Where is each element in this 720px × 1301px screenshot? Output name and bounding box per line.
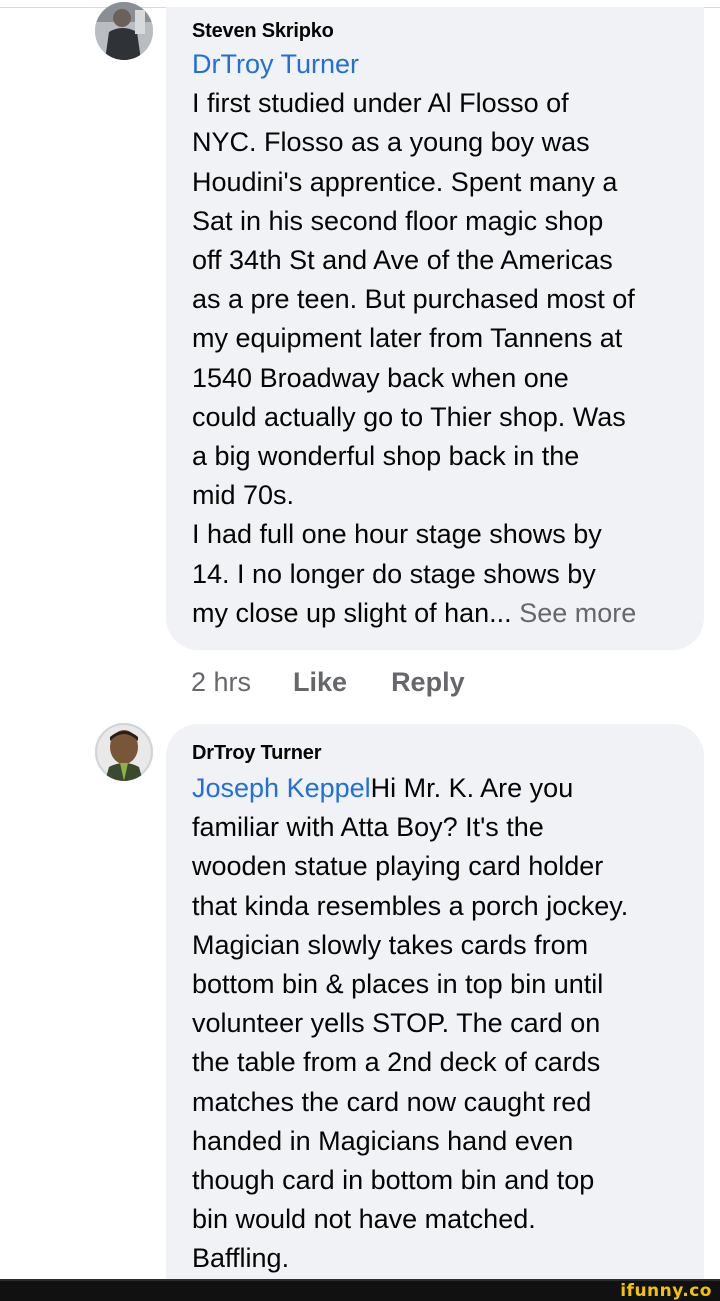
comment-line: off 34th St and Ave of the Americas xyxy=(192,245,613,276)
comment-line: could actually go to Thier shop. Was xyxy=(192,401,626,432)
comment-line: I first studied under Al Flosso of xyxy=(192,88,569,119)
watermark-bar: ifunny.co xyxy=(0,1279,720,1301)
comment-line: I had full one hour stage shows by xyxy=(192,519,602,550)
truncated-text: my close up slight of han... xyxy=(192,597,512,628)
comment-line: wooden statue playing card holder xyxy=(192,851,604,882)
comment-line: a big wonderful shop back in the xyxy=(192,441,580,472)
comment-bubble: Steven Skripko DrTroy Turner I first stu… xyxy=(166,7,704,650)
comment-line: my equipment later from Tannens at xyxy=(192,323,623,354)
reply-button[interactable]: Reply xyxy=(391,667,465,698)
avatar-photo xyxy=(95,723,153,781)
comment-body: DrTroy Turner I first studied under Al F… xyxy=(192,45,636,633)
comment-thread: Steven Skripko DrTroy Turner I first stu… xyxy=(0,0,720,1301)
comment-line: though card in bottom bin and top xyxy=(192,1165,595,1196)
comment-line: that kinda resembles a porch jockey. xyxy=(192,890,629,921)
comment-line: Magician slowly takes cards from xyxy=(192,929,589,960)
comment-line: 14. I no longer do stage shows by xyxy=(192,558,596,589)
comment-line: Hi Mr. K. Are you xyxy=(370,773,574,803)
ifunny-watermark: ifunny.co xyxy=(620,1281,712,1301)
mention-link[interactable]: DrTroy Turner xyxy=(192,49,359,79)
avatar-drtroy-turner[interactable] xyxy=(95,723,153,781)
comment-bubble: DrTroy Turner Joseph KeppelHi Mr. K. Are… xyxy=(166,724,704,1280)
comment-line: volunteer yells STOP. The card on xyxy=(192,1008,601,1039)
comment-line: the table from a 2nd deck of cards xyxy=(192,1047,601,1078)
comment-line: matches the card now caught red xyxy=(192,1086,592,1117)
like-button[interactable]: Like xyxy=(293,667,347,698)
comment-actions: 2 hrs Like Reply xyxy=(191,664,465,700)
see-more-link[interactable]: See more xyxy=(519,598,636,628)
avatar-photo xyxy=(95,2,153,60)
comment-line: mid 70s. xyxy=(192,480,295,511)
comment-line: Sat in his second floor magic shop xyxy=(192,205,604,236)
comment-line: Houdini's apprentice. Spent many a xyxy=(192,166,618,197)
comment-line: as a pre teen. But purchased most of xyxy=(192,284,635,315)
comment-line: 1540 Broadway back when one xyxy=(192,362,569,393)
mention-link[interactable]: Joseph Keppel xyxy=(192,773,371,803)
comment-line: Baffling. xyxy=(192,1243,290,1274)
comment-line: bin would not have matched. xyxy=(192,1204,536,1235)
comment-body: Joseph KeppelHi Mr. K. Are you familiar … xyxy=(192,769,628,1279)
avatar-steven-skripko[interactable] xyxy=(95,2,153,60)
comment-line: bottom bin & places in top bin until xyxy=(192,969,604,1000)
comment-line-last: my close up slight of han... See more xyxy=(192,594,636,633)
comment-line: handed in Magicians hand even xyxy=(192,1125,574,1156)
comment-line: familiar with Atta Boy? It's the xyxy=(192,812,544,843)
comment-timestamp[interactable]: 2 hrs xyxy=(191,667,251,698)
comment-line: NYC. Flosso as a young boy was xyxy=(192,127,590,158)
comment-author[interactable]: Steven Skripko xyxy=(192,19,334,43)
comment-author[interactable]: DrTroy Turner xyxy=(192,741,321,765)
